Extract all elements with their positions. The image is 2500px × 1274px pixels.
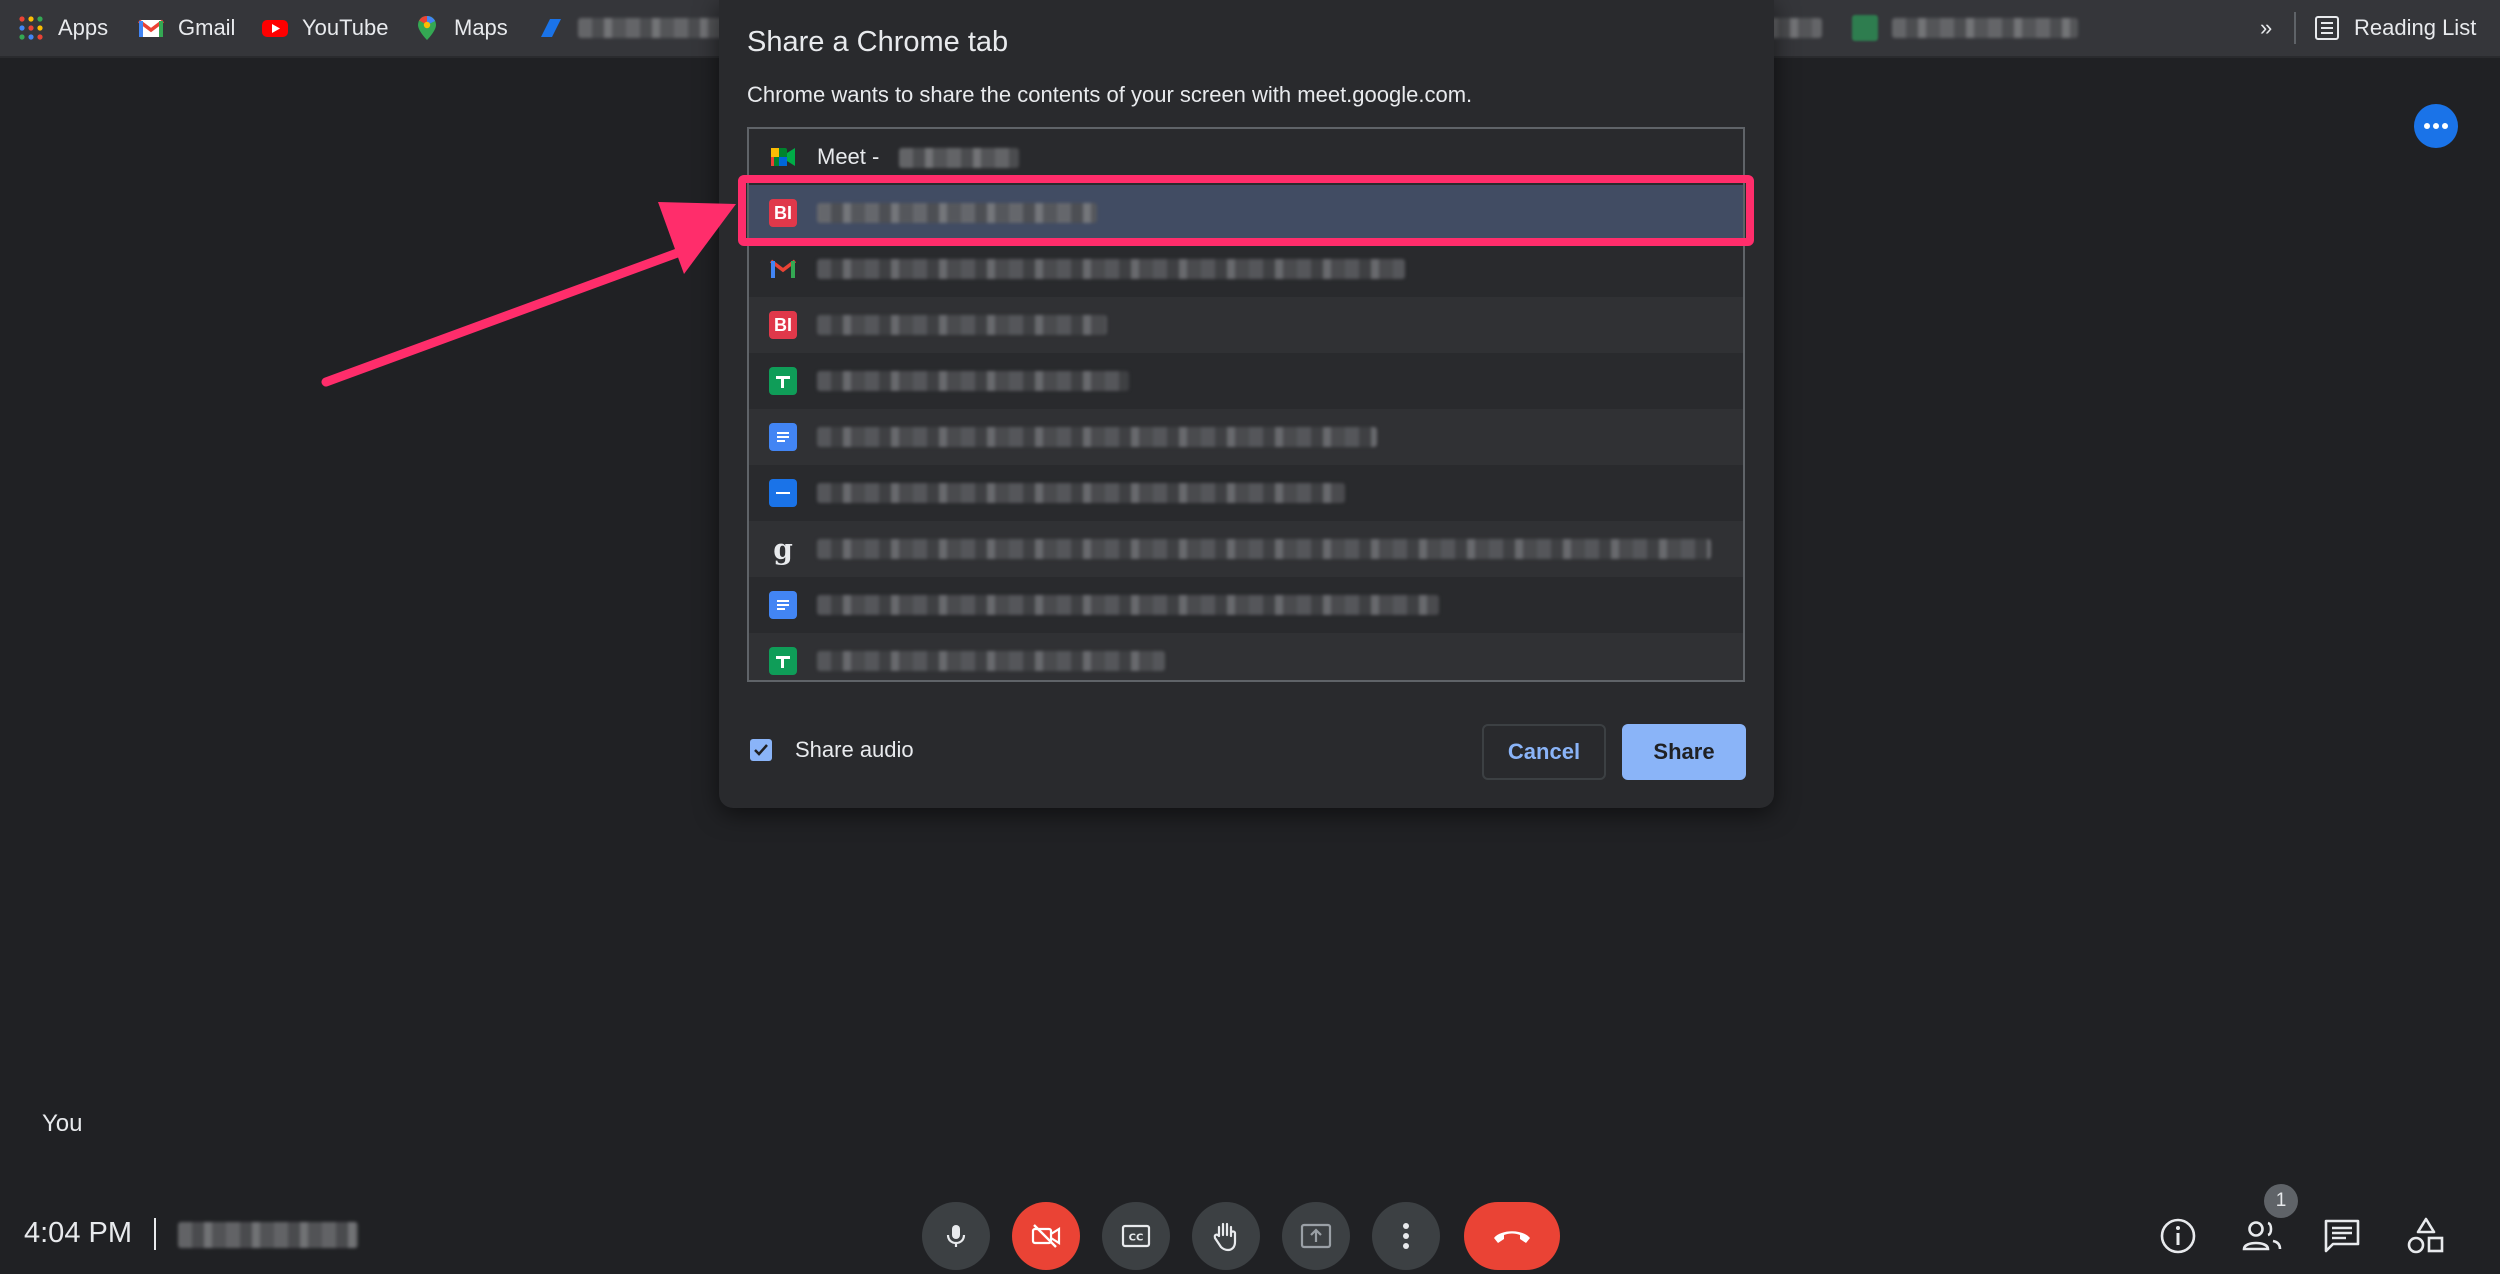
call-end-icon [1494, 1231, 1530, 1243]
camera-off-button[interactable] [1012, 1202, 1080, 1270]
participant-count-badge: 1 [2264, 1184, 2298, 1218]
divider [154, 1218, 156, 1250]
leave-call-button[interactable] [1464, 1202, 1560, 1270]
shapes-icon [2407, 1217, 2444, 1254]
hand-icon [1213, 1222, 1237, 1252]
closed-captions-icon: CC [1121, 1224, 1151, 1248]
mic-icon [946, 1225, 966, 1247]
redacted-meeting-code [178, 1222, 358, 1248]
captions-button[interactable]: CC [1102, 1202, 1170, 1270]
self-tile-label: You [42, 1110, 83, 1137]
chat-icon [2324, 1219, 2360, 1253]
raise-hand-button[interactable] [1192, 1202, 1260, 1270]
more-vert-icon [1403, 1223, 1409, 1249]
videocam-off-icon [1031, 1224, 1061, 1248]
meeting-time: 4:04 PM [24, 1217, 132, 1249]
people-icon [2242, 1221, 2282, 1251]
chat-button[interactable] [2318, 1212, 2366, 1260]
present-now-button[interactable] [1282, 1202, 1350, 1270]
pointer-arrow-annotation [321, 202, 736, 387]
present-screen-icon [1300, 1223, 1332, 1249]
microphone-button[interactable] [922, 1202, 990, 1270]
info-icon [2160, 1218, 2196, 1254]
svg-text:CC: CC [1129, 1233, 1144, 1244]
activities-button[interactable] [2402, 1212, 2450, 1260]
more-options-button[interactable] [1372, 1202, 1440, 1270]
people-button[interactable] [2238, 1212, 2286, 1260]
meeting-details-button[interactable] [2154, 1212, 2202, 1260]
